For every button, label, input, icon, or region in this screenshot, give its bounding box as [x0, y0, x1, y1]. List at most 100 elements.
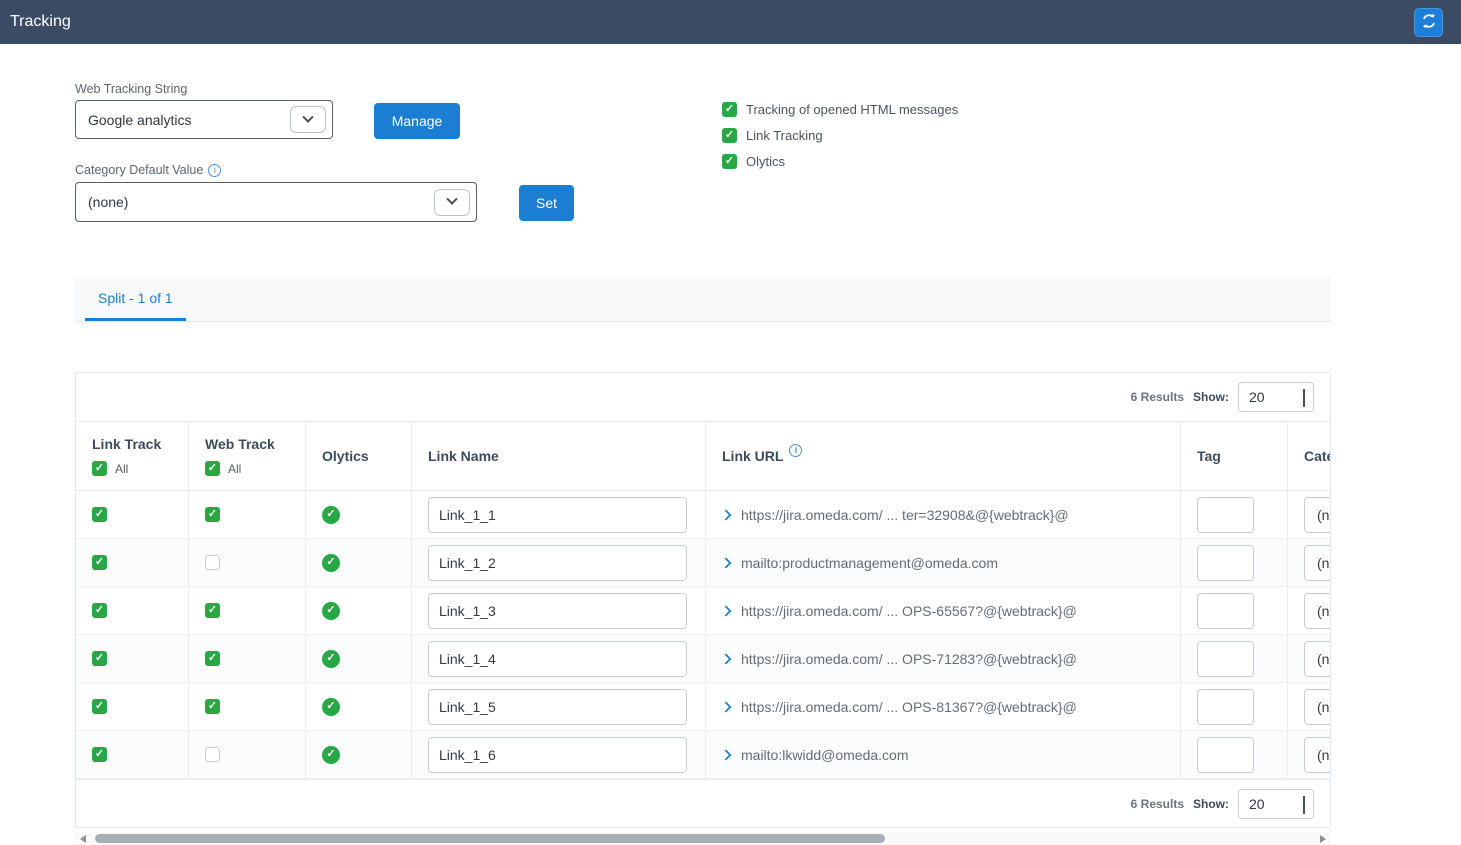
- web-track-checkbox[interactable]: [205, 651, 220, 666]
- refresh-button[interactable]: [1414, 8, 1443, 37]
- link-name-input[interactable]: [428, 641, 687, 677]
- expand-url-chevron-icon[interactable]: [720, 557, 731, 568]
- chevron-down-icon: [434, 189, 470, 216]
- tag-input[interactable]: [1197, 497, 1254, 533]
- olytics-status-icon: [322, 698, 340, 716]
- link-track-checkbox[interactable]: [92, 651, 107, 666]
- category-value: (none): [1317, 651, 1330, 667]
- page-size-value: 20: [1249, 796, 1265, 812]
- category-select[interactable]: (none): [1304, 593, 1330, 629]
- column-header-olytics: Olytics: [306, 422, 412, 490]
- option-label: Tracking of opened HTML messages: [746, 102, 958, 117]
- category-select[interactable]: (none): [1304, 689, 1330, 725]
- show-label: Show:: [1193, 390, 1229, 404]
- scroll-right-arrow[interactable]: [1315, 832, 1331, 845]
- expand-url-chevron-icon[interactable]: [720, 605, 731, 616]
- category-select[interactable]: (none): [1304, 737, 1330, 773]
- scrollbar-track[interactable]: [91, 833, 1315, 844]
- option-checkbox[interactable]: [722, 102, 737, 117]
- option-checkbox[interactable]: [722, 128, 737, 143]
- olytics-status-icon: [322, 602, 340, 620]
- category-value: (none): [1317, 555, 1330, 571]
- info-icon: [208, 164, 221, 177]
- link-track-checkbox[interactable]: [92, 603, 107, 618]
- web-track-checkbox[interactable]: [205, 747, 220, 762]
- web-track-checkbox[interactable]: [205, 555, 220, 570]
- web-tracking-string-select[interactable]: Google analytics: [75, 100, 333, 139]
- horizontal-scrollbar[interactable]: [75, 832, 1331, 845]
- column-header-link-name: Link Name: [412, 422, 706, 490]
- table-row: https://jira.omeda.com/ ... OPS-81367?@{…: [76, 683, 1330, 731]
- select-all-label: All: [228, 462, 241, 476]
- link-url-text: https://jira.omeda.com/ ... ter=32908&@{…: [741, 507, 1069, 523]
- category-select[interactable]: (none): [1304, 641, 1330, 677]
- manage-button[interactable]: Manage: [374, 103, 460, 139]
- refresh-icon: [1421, 13, 1437, 32]
- tag-input[interactable]: [1197, 593, 1254, 629]
- expand-url-chevron-icon[interactable]: [720, 653, 731, 664]
- link-name-input[interactable]: [428, 737, 687, 773]
- tracking-option[interactable]: Olytics: [722, 154, 958, 169]
- top-bar: Tracking: [0, 0, 1461, 44]
- links-table: Link Track All Web Track All Olytics: [76, 421, 1330, 779]
- category-select[interactable]: (none): [1304, 545, 1330, 581]
- tab-bar: Split - 1 of 1: [75, 277, 1331, 322]
- category-value: (none): [1317, 507, 1330, 523]
- tab-split-1-of-1[interactable]: Split - 1 of 1: [85, 277, 186, 321]
- show-label: Show:: [1193, 797, 1229, 811]
- link-track-checkbox[interactable]: [92, 507, 107, 522]
- category-default-value-select[interactable]: (none): [75, 182, 477, 222]
- option-checkbox[interactable]: [722, 154, 737, 169]
- link-name-input[interactable]: [428, 593, 687, 629]
- link-track-checkbox[interactable]: [92, 747, 107, 762]
- tracking-option[interactable]: Tracking of opened HTML messages: [722, 102, 958, 117]
- results-count: 6 Results: [1131, 797, 1184, 811]
- page-size-select[interactable]: 20: [1238, 789, 1314, 819]
- chevron-down-icon: [1303, 796, 1305, 812]
- table-body: https://jira.omeda.com/ ... ter=32908&@{…: [76, 491, 1330, 779]
- column-header-link-track: Link Track All: [76, 422, 189, 490]
- set-button[interactable]: Set: [519, 185, 574, 221]
- results-count: 6 Results: [1131, 390, 1184, 404]
- page-size-select[interactable]: 20: [1238, 382, 1314, 412]
- tag-input[interactable]: [1197, 641, 1254, 677]
- scrollbar-thumb[interactable]: [95, 834, 885, 843]
- select-all-web-track-checkbox[interactable]: [205, 461, 220, 476]
- tag-input[interactable]: [1197, 545, 1254, 581]
- web-track-checkbox[interactable]: [205, 699, 220, 714]
- link-url-text: https://jira.omeda.com/ ... OPS-71283?@{…: [741, 651, 1077, 667]
- link-name-input[interactable]: [428, 545, 687, 581]
- select-all-label: All: [115, 462, 128, 476]
- tracking-options: Tracking of opened HTML messages Link Tr…: [722, 102, 958, 169]
- category-value: (none): [1317, 603, 1330, 619]
- link-track-checkbox[interactable]: [92, 699, 107, 714]
- tracking-option[interactable]: Link Tracking: [722, 128, 958, 143]
- category-select[interactable]: (none): [1304, 497, 1330, 533]
- select-all-link-track-checkbox[interactable]: [92, 461, 107, 476]
- category-value: (none): [1317, 747, 1330, 763]
- category-default-value-label: Category Default Value: [75, 163, 221, 177]
- tag-input[interactable]: [1197, 689, 1254, 725]
- option-label: Olytics: [746, 154, 785, 169]
- olytics-status-icon: [322, 554, 340, 572]
- table-row: https://jira.omeda.com/ ... OPS-71283?@{…: [76, 635, 1330, 683]
- expand-url-chevron-icon[interactable]: [720, 749, 731, 760]
- column-header-web-track: Web Track All: [189, 422, 306, 490]
- chevron-down-icon: [290, 106, 326, 133]
- web-tracking-string-label: Web Tracking String: [75, 82, 187, 96]
- page-title: Tracking: [10, 13, 71, 31]
- column-header-category: Category: [1288, 422, 1330, 490]
- web-track-checkbox[interactable]: [205, 507, 220, 522]
- table-scroll-area: Link Track All Web Track All Olytics: [76, 421, 1330, 779]
- chevron-down-icon: [1303, 389, 1305, 405]
- expand-url-chevron-icon[interactable]: [720, 509, 731, 520]
- link-name-input[interactable]: [428, 689, 687, 725]
- expand-url-chevron-icon[interactable]: [720, 701, 731, 712]
- column-header-link-url: Link URL: [706, 422, 1181, 490]
- link-url-text: mailto:productmanagement@omeda.com: [741, 555, 998, 571]
- web-track-checkbox[interactable]: [205, 603, 220, 618]
- tag-input[interactable]: [1197, 737, 1254, 773]
- link-name-input[interactable]: [428, 497, 687, 533]
- scroll-left-arrow[interactable]: [75, 832, 91, 845]
- link-track-checkbox[interactable]: [92, 555, 107, 570]
